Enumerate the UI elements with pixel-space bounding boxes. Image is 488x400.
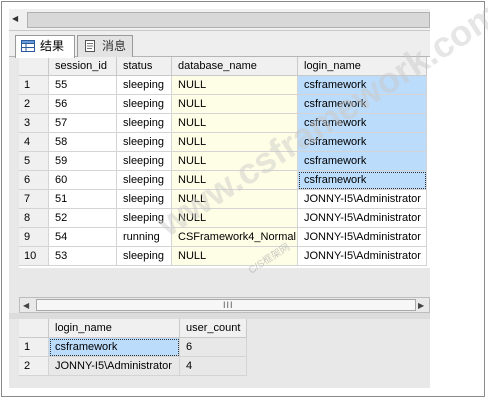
cell-status[interactable]: sleeping [117, 95, 172, 114]
tab-messages-label: 消息 [102, 39, 127, 53]
summary-row-number[interactable]: 2 [19, 357, 49, 376]
row-number[interactable]: 8 [19, 209, 49, 228]
cell-login-name[interactable]: JONNY-I5\Administrator [298, 190, 427, 209]
scroll-right-icon[interactable]: ▶ [418, 301, 424, 310]
cell-login-name[interactable]: csframework [298, 152, 427, 171]
results-horizontal-scrollbar[interactable]: ◀ III ▶ [19, 297, 430, 313]
summary-cell-login-name[interactable]: csframework [49, 338, 180, 357]
row-number[interactable]: 7 [19, 190, 49, 209]
cell-status[interactable]: sleeping [117, 171, 172, 190]
top-horizontal-scrollbar[interactable] [27, 12, 430, 28]
row-number[interactable]: 10 [19, 247, 49, 266]
summary-column-header-user-count[interactable]: user_count [180, 319, 247, 338]
row-number[interactable]: 9 [19, 228, 49, 247]
summary-cell-user-count[interactable]: 6 [180, 338, 247, 357]
cell-session-id[interactable]: 54 [49, 228, 117, 247]
message-icon [85, 40, 95, 52]
column-header-status[interactable]: status [117, 57, 172, 76]
tab-results-label: 结果 [40, 39, 65, 53]
cell-session-id[interactable]: 53 [49, 247, 117, 266]
cell-status[interactable]: sleeping [117, 133, 172, 152]
scroll-left-icon[interactable]: ◀ [23, 301, 29, 310]
grid-corner[interactable] [19, 57, 49, 76]
cell-login-name[interactable]: csframework [298, 171, 427, 190]
summary-column-header-login-name[interactable]: login_name [49, 319, 180, 338]
summary-cell-login-name[interactable]: JONNY-I5\Administrator [49, 357, 180, 376]
cell-database-name[interactable]: NULL [172, 76, 298, 95]
grid-icon [21, 40, 35, 52]
cell-status[interactable]: sleeping [117, 76, 172, 95]
summary-row-number[interactable]: 1 [19, 338, 49, 357]
cell-session-id[interactable]: 58 [49, 133, 117, 152]
summary-grid-corner[interactable] [19, 319, 49, 338]
cell-login-name[interactable]: JONNY-I5\Administrator [298, 228, 427, 247]
cell-session-id[interactable]: 59 [49, 152, 117, 171]
column-header-session-id[interactable]: session_id [49, 57, 117, 76]
cell-session-id[interactable]: 56 [49, 95, 117, 114]
scroll-left-arrow-icon[interactable]: ◀ [12, 14, 22, 26]
tab-results[interactable]: 结果 [15, 35, 75, 58]
row-number[interactable]: 4 [19, 133, 49, 152]
scrollbar-thumb[interactable]: III [36, 299, 416, 311]
scrollbar-grip: III [223, 300, 234, 310]
cell-login-name[interactable]: JONNY-I5\Administrator [298, 247, 427, 266]
cell-session-id[interactable]: 55 [49, 76, 117, 95]
row-number[interactable]: 6 [19, 171, 49, 190]
cell-login-name[interactable]: JONNY-I5\Administrator [298, 209, 427, 228]
cell-session-id[interactable]: 51 [49, 190, 117, 209]
tab-messages[interactable]: 消息 [77, 35, 133, 57]
cell-session-id[interactable]: 60 [49, 171, 117, 190]
cell-status[interactable]: sleeping [117, 114, 172, 133]
cell-status[interactable]: sleeping [117, 247, 172, 266]
cell-session-id[interactable]: 52 [49, 209, 117, 228]
cell-database-name[interactable]: NULL [172, 95, 298, 114]
row-number[interactable]: 3 [19, 114, 49, 133]
summary-cell-user-count[interactable]: 4 [180, 357, 247, 376]
cell-session-id[interactable]: 57 [49, 114, 117, 133]
cell-status[interactable]: sleeping [117, 152, 172, 171]
row-number[interactable]: 2 [19, 95, 49, 114]
column-header-database-name[interactable]: database_name [172, 57, 298, 76]
row-number[interactable]: 5 [19, 152, 49, 171]
row-number[interactable]: 1 [19, 76, 49, 95]
